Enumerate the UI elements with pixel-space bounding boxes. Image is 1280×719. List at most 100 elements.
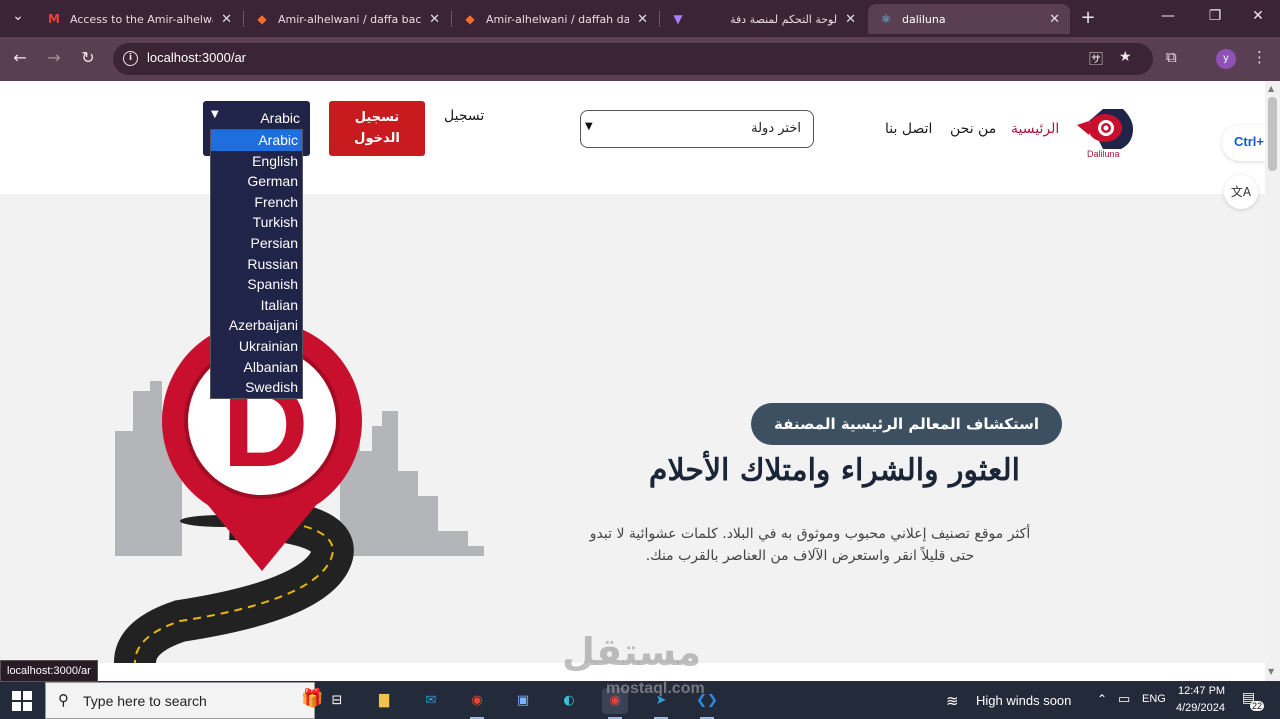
scrollbar-thumb[interactable]: [1268, 97, 1277, 171]
clock-date[interactable]: 4/29/2024: [1176, 702, 1225, 714]
language-option-swedish[interactable]: Swedish: [211, 377, 302, 398]
browser-tab-strip: ⌄ M Access to the Amir-alhelwani ✕ ◆ Ami…: [0, 0, 1280, 37]
browser-toolbar: ← → ↻ i localhost:3000/ar 🈂 ★ ⧉ y ⋮: [0, 37, 1280, 81]
windows-start-icon[interactable]: [12, 691, 32, 711]
tab-search-icon[interactable]: ⌄: [8, 8, 28, 24]
tab-title: Amir-alhelwani / daffa backe: [278, 12, 422, 26]
notification-count: 22: [1250, 701, 1265, 711]
site-info-icon[interactable]: i: [123, 51, 138, 66]
taskbar-search-placeholder: Type here to search: [83, 693, 207, 709]
task-view-icon[interactable]: ⊟: [324, 688, 350, 714]
hero-badge[interactable]: استكشاف المعالم الرئيسية المصنفة: [751, 403, 1062, 445]
hero-title: العثور والشراء وامتلاك الأحلام: [648, 453, 1020, 488]
edge-icon[interactable]: ◐: [556, 688, 582, 714]
forward-icon[interactable]: →: [44, 48, 64, 67]
tab-title: daliluna: [902, 12, 946, 26]
language-option-arabic[interactable]: Arabic: [211, 130, 302, 151]
page-scrollbar[interactable]: ▲ ▼: [1265, 81, 1280, 681]
minimize-icon[interactable]: —: [1158, 8, 1178, 24]
address-url[interactable]: localhost:3000/ar: [147, 50, 246, 65]
country-select-value: اختر دولة: [751, 121, 801, 136]
gitlab-icon: ◆: [465, 12, 475, 26]
register-link[interactable]: تسجيل: [444, 108, 484, 124]
tab-title: Amir-alhelwani / daffah dash: [486, 12, 630, 26]
profile-avatar[interactable]: y: [1216, 49, 1236, 69]
logo-text: Daliluna: [1087, 149, 1120, 159]
close-icon[interactable]: ✕: [637, 12, 648, 27]
chevron-down-icon: ▼: [585, 121, 593, 132]
bookmark-star-icon[interactable]: ★: [1119, 49, 1132, 65]
language-option-persian[interactable]: Persian: [211, 233, 302, 254]
country-select[interactable]: ▼ اختر دولة: [580, 110, 814, 148]
react-icon: ⚛: [880, 12, 892, 26]
gmail-icon: M: [48, 12, 60, 26]
chevron-down-icon: ▼: [211, 109, 219, 120]
taskbar-search[interactable]: ⚲ Type here to search 🎁: [45, 682, 323, 719]
language-option-english[interactable]: English: [211, 151, 302, 172]
nav-about-link[interactable]: من نحن: [950, 121, 996, 137]
tab-dashboard[interactable]: ▼ لوحة التحكم لمنصة دفة ✕: [660, 4, 866, 34]
close-icon[interactable]: ✕: [1049, 12, 1060, 27]
scroll-up-icon[interactable]: ▲: [1268, 84, 1274, 93]
nav-home-link[interactable]: الرئيسية: [1011, 121, 1059, 137]
language-select-value: Arabic: [260, 110, 300, 126]
tab-title: Access to the Amir-alhelwani: [70, 12, 214, 26]
language-option-ukrainian[interactable]: Ukrainian: [211, 336, 302, 357]
back-icon[interactable]: ←: [10, 48, 30, 67]
reload-icon[interactable]: ↻: [78, 48, 98, 67]
tab-daliluna[interactable]: ⚛ daliluna ✕: [868, 4, 1070, 34]
tab-gitlab-backend[interactable]: ◆ Amir-alhelwani / daffa backe ✕: [244, 4, 450, 34]
status-url-tooltip: localhost:3000/ar: [0, 660, 98, 682]
language-option-turkish[interactable]: Turkish: [211, 212, 302, 233]
extension-chip[interactable]: Ctrl+: [1222, 125, 1265, 161]
watermark-logo: مستقل: [562, 630, 701, 674]
language-option-german[interactable]: German: [211, 171, 302, 192]
close-icon[interactable]: ✕: [221, 12, 232, 27]
site-header: Daliluna الرئيسية من نحن اتصل بنا ▼ اختر…: [0, 81, 1265, 194]
language-option-spanish[interactable]: Spanish: [211, 274, 302, 295]
nav-contact-link[interactable]: اتصل بنا: [885, 121, 932, 137]
new-tab-icon[interactable]: +: [1078, 7, 1098, 28]
login-button-label: تسجيل الدخول: [354, 110, 400, 146]
watermark-url: mostaql.com: [606, 680, 705, 697]
hero-description-line: أكثر موقع تصنيف إعلاني محبوب وموثوق به ف…: [589, 526, 1031, 542]
language-dropdown: Arabic English German French Turkish Persian R…: [210, 129, 303, 399]
tray-chevron-up-icon[interactable]: ⌃: [1097, 692, 1107, 706]
store-icon[interactable]: ▣: [510, 688, 536, 714]
input-language[interactable]: ENG: [1142, 693, 1166, 705]
chrome-icon[interactable]: ◉: [464, 688, 490, 719]
menu-icon[interactable]: ⋮: [1252, 48, 1267, 66]
language-option-albanian[interactable]: Albanian: [211, 357, 302, 378]
language-option-french[interactable]: French: [211, 192, 302, 213]
weather-icon[interactable]: ≋: [946, 692, 959, 710]
tab-gmail[interactable]: M Access to the Amir-alhelwani ✕: [36, 4, 242, 34]
page-viewport: Daliluna الرئيسية من نحن اتصل بنا ▼ اختر…: [0, 81, 1265, 681]
weather-text[interactable]: High winds soon: [976, 693, 1071, 708]
search-highlight-icon: 🎁: [301, 688, 324, 709]
vite-icon: ▼: [673, 12, 683, 26]
language-option-azerbaijani[interactable]: Azerbaijani: [211, 315, 302, 336]
gitlab-icon: ◆: [257, 12, 267, 26]
extension-shortcut-label: Ctrl+: [1234, 134, 1264, 149]
login-button[interactable]: تسجيل الدخول: [329, 101, 425, 156]
file-explorer-icon[interactable]: ▇: [371, 688, 397, 714]
mail-icon[interactable]: ✉: [418, 688, 444, 714]
search-icon: ⚲: [58, 691, 69, 709]
language-option-russian[interactable]: Russian: [211, 254, 302, 275]
translate-icon[interactable]: 文A: [1224, 175, 1258, 209]
translate-icon[interactable]: 🈂: [1089, 49, 1103, 69]
close-window-icon[interactable]: ✕: [1248, 8, 1268, 24]
clock-time[interactable]: 12:47 PM: [1178, 685, 1225, 697]
extensions-icon[interactable]: ⧉: [1166, 48, 1177, 66]
hero-description: أكثر موقع تصنيف إعلاني محبوب وموثوق به ف…: [560, 523, 1060, 567]
language-option-italian[interactable]: Italian: [211, 295, 302, 316]
tab-title: لوحة التحكم لمنصة دفة: [730, 12, 838, 26]
hero-description-line: حتى قليلاً انقر واستعرض الآلاف من العناص…: [645, 548, 975, 564]
battery-icon[interactable]: ▭: [1118, 691, 1130, 707]
close-icon[interactable]: ✕: [429, 12, 440, 27]
tab-gitlab-dashboard[interactable]: ◆ Amir-alhelwani / daffah dash ✕: [452, 4, 658, 34]
scroll-down-icon[interactable]: ▼: [1268, 667, 1274, 676]
restore-icon[interactable]: ❐: [1205, 8, 1225, 24]
address-bar[interactable]: i localhost:3000/ar 🈂 ★: [113, 43, 1153, 75]
close-icon[interactable]: ✕: [845, 12, 856, 27]
